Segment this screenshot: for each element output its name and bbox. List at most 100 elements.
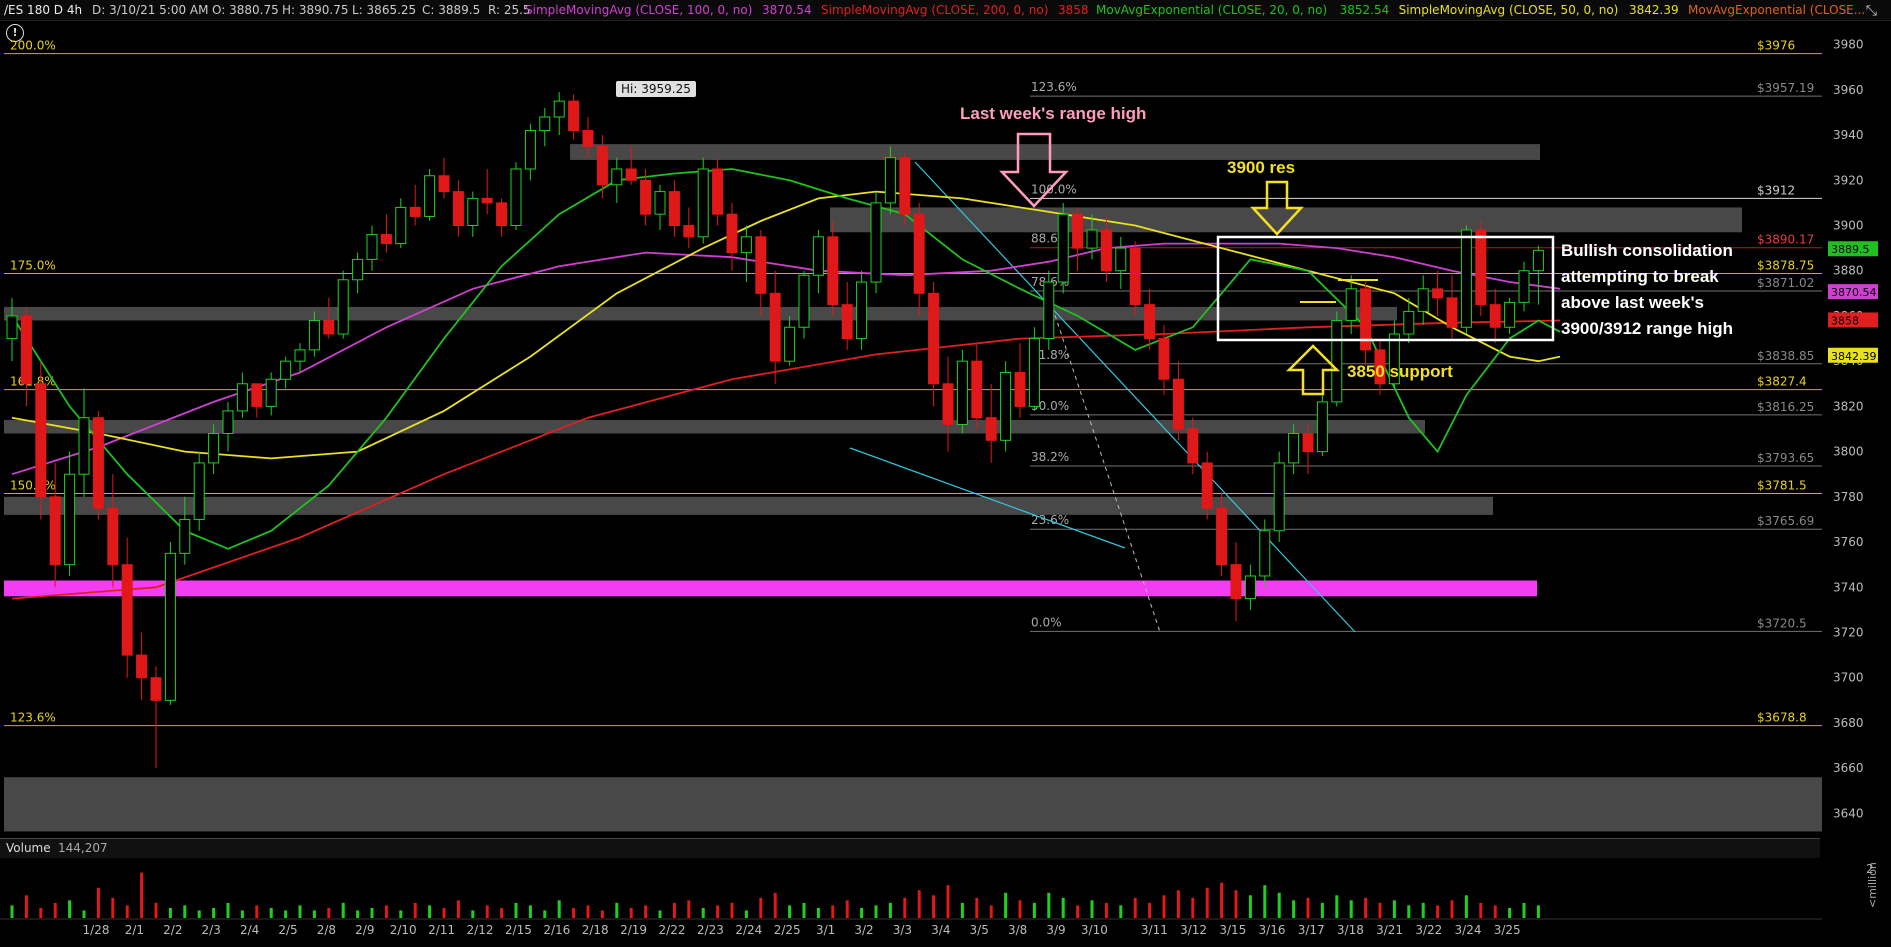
x-tick-27: 3/11 [1141,923,1168,937]
x-tick-16: 2/23 [697,923,724,937]
candle-body-1 [20,315,32,385]
candle-body-61 [884,157,896,204]
volume-bar-83 [1205,887,1209,918]
candle-body-6 [92,417,104,509]
candle-body-79 [1144,304,1156,340]
x-tick-10: 2/12 [467,923,494,937]
candle-body-86 [1244,575,1256,600]
x-tick-13: 2/18 [582,923,609,937]
x-tick-36: 3/25 [1494,923,1521,937]
price-chart[interactable]: $3976 200.0% $3957.19 $3912 $3890.17 $3878.75… [0,0,1891,947]
candle-body-24 [352,258,364,281]
y-tick-16: 3960 [1833,83,1864,97]
level-label-0: $3976 [1757,39,1795,53]
candle-body-38 [553,100,565,118]
volume-bar-41 [600,910,604,918]
last-week-high-annotation: Last week's range high [960,104,1147,123]
current-tag-text-3: 3842.39 [1831,350,1877,363]
volume-bar-80 [1162,895,1166,918]
volume-bar-37 [543,910,547,918]
zone-5 [4,580,1537,597]
volume-bar-31 [456,900,460,918]
volume-bar-70 [1018,900,1022,918]
volume-bar-40 [586,905,590,918]
candle-body-63 [913,213,925,294]
volume-bar-16 [240,910,244,918]
candle-body-10 [150,677,162,701]
candle-body-90 [1302,433,1314,453]
candle-body-60 [870,202,882,283]
x-tick-18: 2/25 [774,923,801,937]
x-tick-19: 3/1 [816,923,835,937]
volume-bar-13 [197,910,201,918]
candle-body-64 [928,292,940,385]
candle-body-18 [265,378,277,407]
volume-bar-74 [1076,905,1080,918]
candle-body-16 [236,383,248,412]
candle-body-2 [35,383,47,498]
volume-bar-54 [788,905,792,918]
volume-bar-68 [989,905,993,918]
candle-body-30 [438,175,450,193]
x-tick-35: 3/24 [1455,923,1482,937]
volume-bar-91 [1320,902,1324,918]
level-label-13: $3678.8 [1757,711,1807,725]
x-tick-2: 2/2 [163,923,182,937]
x-tick-11: 2/15 [505,923,532,937]
volume-bar-11 [168,907,172,918]
candle-body-104 [1504,301,1516,328]
volume-bar-4 [68,900,72,918]
candle-body-35 [510,168,522,227]
candle-body-50 [726,213,738,254]
candle-body-48 [697,168,709,238]
level-label-4: $3878.75 [1757,259,1814,273]
candle-body-80 [1158,338,1170,380]
box-annotation: Bullish consolidation attempting to brea… [1561,238,1733,342]
volume-bar-90 [1306,897,1310,918]
volume-bar-79 [1148,902,1152,918]
y-tick-7: 3780 [1833,490,1864,504]
volume-bar-103 [1493,905,1497,918]
fib-label-6: 38.2% [1031,450,1069,464]
candle-body-74 [1072,213,1084,249]
candle-body-81 [1172,378,1184,430]
x-tick-31: 3/17 [1298,923,1325,937]
volume-bar-75 [1090,900,1094,918]
y-tick-5: 3740 [1833,580,1864,594]
volume-bar-9 [140,872,144,918]
x-tick-0: 1/28 [83,923,110,937]
volume-bar-35 [514,902,518,918]
volume-bar-34 [500,907,504,918]
x-tick-15: 2/22 [659,923,686,937]
volume-bar-76 [1104,902,1108,918]
candle-body-62 [899,157,911,215]
x-tick-9: 2/11 [428,923,455,937]
candle-body-0 [6,315,18,340]
volume-bar-27 [399,910,403,918]
candle-body-84 [1216,507,1228,566]
volume-bar-52 [759,897,763,918]
volume-bar-39 [572,907,576,918]
volume-bar-8 [125,905,129,918]
candle-body-22 [323,319,335,335]
x-tick-4: 2/4 [240,923,259,937]
volume-bar-72 [1047,892,1051,918]
level-pct-7: 161.8% [10,375,56,389]
volume-bar-69 [1004,892,1008,918]
volume-bar-44 [644,905,648,918]
candle-body-20 [294,349,306,362]
volume-bar-77 [1119,905,1123,918]
y-tick-3: 3700 [1833,671,1864,685]
volume-bar-85 [1234,890,1238,918]
volume-bar-64 [932,895,936,918]
volume-bar-36 [528,905,532,918]
volume-bar-14 [212,907,216,918]
volume-label: Volume [6,841,51,855]
candle-body-43 [625,168,637,181]
candle-body-97 [1403,310,1415,335]
candle-body-45 [654,191,666,215]
candle-body-65 [942,383,954,425]
level-label-6: $3838.85 [1757,349,1814,363]
volume-bar-29 [428,905,432,918]
volume-bar-100 [1450,900,1454,918]
